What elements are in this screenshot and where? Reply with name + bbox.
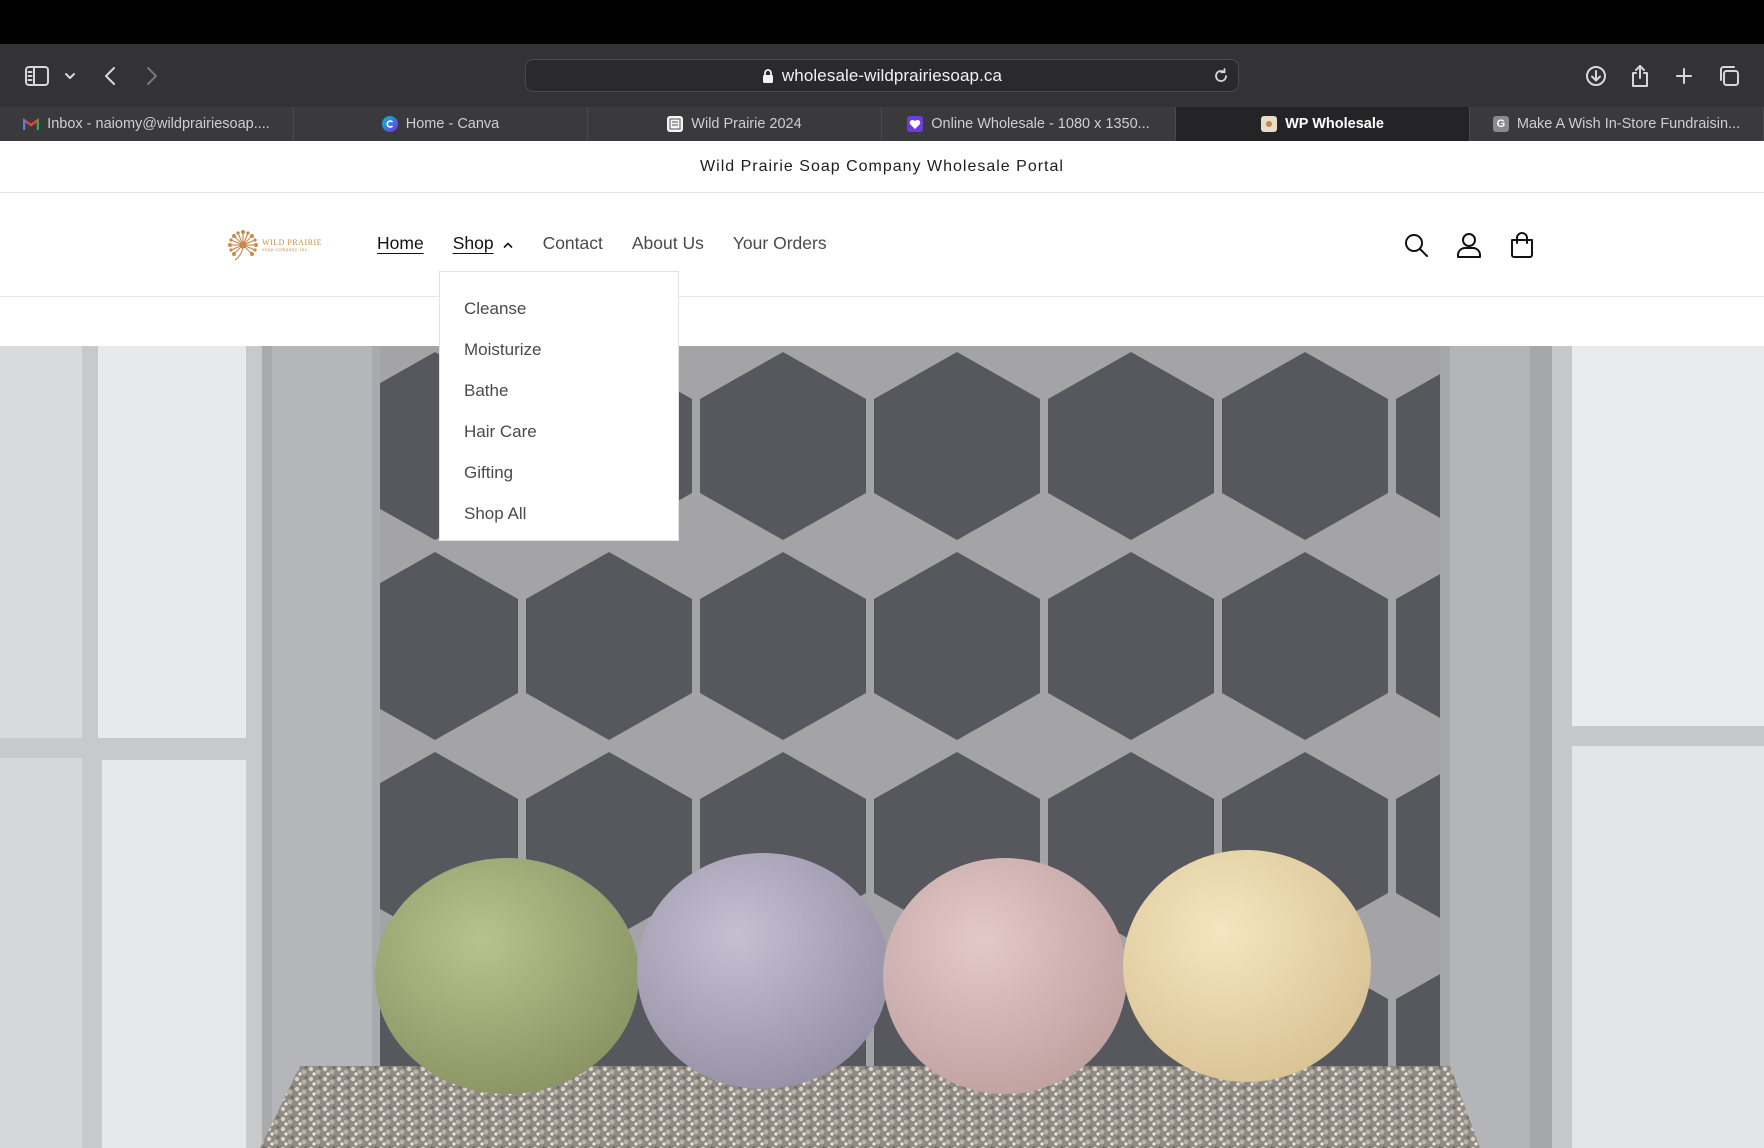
shop-menu-gifting[interactable]: Gifting: [440, 452, 678, 493]
tab-label: Home - Canva: [405, 116, 500, 132]
nav-contact[interactable]: Contact: [543, 233, 603, 254]
logo-name: WILD PRAIRIE: [262, 237, 322, 247]
tab-gmail[interactable]: Inbox - naiomy@wildprairiesoap....: [0, 107, 294, 141]
site-icon: [1261, 116, 1278, 132]
lock-icon: [762, 68, 774, 83]
logo-tagline: soap company inc.: [262, 247, 310, 253]
shop-menu-cleanse[interactable]: Cleanse: [440, 288, 678, 329]
account-icon[interactable]: [1451, 227, 1487, 263]
header-icons: [1398, 227, 1557, 263]
tab-make-a-wish[interactable]: G Make A Wish In-Store Fundraisin...: [1470, 107, 1764, 141]
sidebar-toggle-icon[interactable]: [19, 58, 55, 94]
g-icon: G: [1492, 116, 1509, 132]
share-icon[interactable]: [1622, 58, 1658, 94]
reload-icon[interactable]: [1212, 67, 1230, 90]
tab-label: Wild Prairie 2024: [691, 116, 802, 132]
nav-home[interactable]: Home: [377, 233, 424, 254]
hero-image: [0, 346, 1764, 1148]
shop-dropdown-menu: Cleanse Moisturize Bathe Hair Care Gifti…: [439, 271, 679, 541]
cart-icon[interactable]: [1504, 227, 1540, 263]
web-page: Wild Prairie Soap Company Wholesale Port…: [0, 141, 1764, 1148]
main-nav: Home Shop Contact About Us Your Orders: [377, 233, 856, 254]
search-icon[interactable]: [1398, 227, 1434, 263]
back-icon[interactable]: [92, 58, 128, 94]
nav-about-us[interactable]: About Us: [632, 233, 704, 254]
canva-icon: [381, 116, 398, 132]
tab-wp-wholesale[interactable]: WP Wholesale: [1176, 107, 1470, 141]
dandelion-logo-icon: [226, 228, 260, 262]
tab-wild-prairie-2024[interactable]: Wild Prairie 2024: [588, 107, 882, 141]
nav-shop[interactable]: Shop: [453, 233, 514, 254]
tab-label: Make A Wish In-Store Fundraisin...: [1516, 116, 1741, 132]
shop-menu-bathe[interactable]: Bathe: [440, 370, 678, 411]
announcement-bar: Wild Prairie Soap Company Wholesale Port…: [0, 141, 1764, 193]
new-tab-icon[interactable]: [1666, 58, 1702, 94]
tab-bar: Inbox - naiomy@wildprairiesoap.... Home …: [0, 107, 1764, 141]
tab-label: Online Wholesale - 1080 x 1350...: [931, 116, 1150, 132]
heart-icon: [907, 116, 924, 132]
shop-menu-hair-care[interactable]: Hair Care: [440, 411, 678, 452]
tab-canva[interactable]: Home - Canva: [294, 107, 588, 141]
tab-overview-icon[interactable]: [1711, 58, 1747, 94]
site-logo[interactable]: WILD PRAIRIE soap company inc.: [226, 227, 330, 263]
nav-shop-label: Shop: [452, 233, 494, 253]
address-bar[interactable]: wholesale-wildprairiesoap.ca: [525, 59, 1239, 92]
nav-your-orders[interactable]: Your Orders: [733, 233, 827, 254]
document-icon: [667, 116, 684, 132]
chevron-down-icon[interactable]: [52, 58, 88, 94]
shop-menu-shop-all[interactable]: Shop All: [440, 493, 678, 534]
forward-icon[interactable]: [134, 58, 170, 94]
system-menu-bar: [0, 0, 1764, 44]
tab-label: WP Wholesale: [1285, 116, 1384, 132]
gmail-icon: [23, 116, 40, 132]
shop-menu-moisturize[interactable]: Moisturize: [440, 329, 678, 370]
chevron-up-icon: [502, 233, 514, 254]
downloads-icon[interactable]: [1578, 58, 1614, 94]
tab-online-wholesale[interactable]: Online Wholesale - 1080 x 1350...: [882, 107, 1176, 141]
site-header: WILD PRAIRIE soap company inc. Home Shop…: [0, 193, 1764, 297]
url-text: wholesale-wildprairiesoap.ca: [781, 65, 1003, 85]
browser-toolbar: wholesale-wildprairiesoap.ca: [0, 44, 1764, 107]
tab-label: Inbox - naiomy@wildprairiesoap....: [47, 116, 270, 132]
